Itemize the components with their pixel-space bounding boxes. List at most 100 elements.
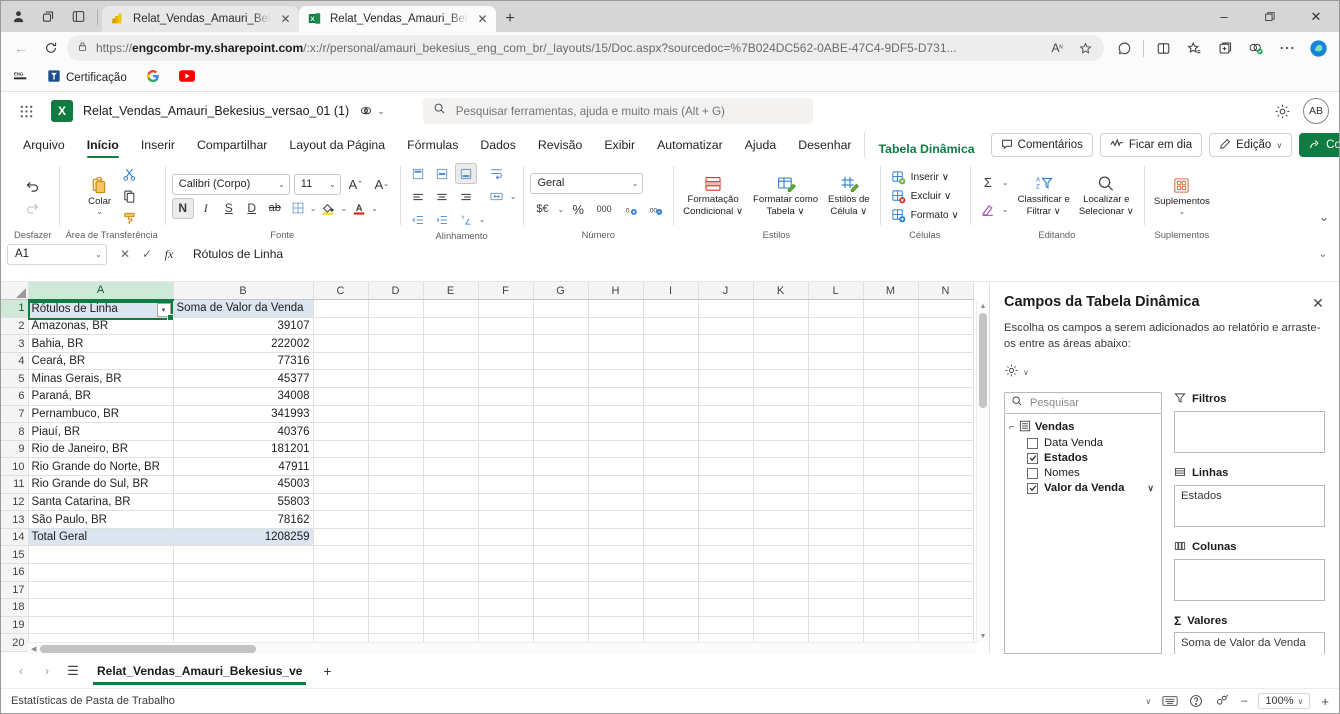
search-input[interactable] [453, 103, 803, 119]
cell-K8[interactable] [753, 422, 809, 441]
increase-indent-icon[interactable] [431, 209, 453, 230]
fill-color-icon[interactable] [317, 198, 339, 219]
pivot-field-data-venda[interactable]: Data Venda [1009, 436, 1157, 451]
cell-G17[interactable] [533, 581, 589, 600]
cell-M15[interactable] [863, 545, 919, 564]
cell-F2[interactable] [478, 317, 534, 336]
horizontal-scrollbar[interactable]: ◀ [28, 642, 976, 654]
cell-E4[interactable] [423, 352, 479, 371]
cell-L17[interactable] [808, 581, 864, 600]
row-header-20[interactable]: 20 [1, 633, 29, 652]
cell-M4[interactable] [863, 352, 919, 371]
cell-N10[interactable] [918, 457, 974, 477]
cell-J13[interactable] [698, 510, 754, 529]
cell-J3[interactable] [698, 334, 754, 353]
cell-N3[interactable] [918, 334, 974, 353]
cell-E1[interactable] [423, 299, 479, 318]
insert-function-icon[interactable]: fx [159, 244, 179, 264]
cell-H8[interactable] [588, 422, 644, 441]
cell-F5[interactable] [478, 369, 534, 389]
close-tab-1-icon[interactable]: ✕ [278, 12, 293, 27]
cell-E18[interactable] [423, 598, 479, 617]
cell-G9[interactable] [533, 440, 589, 459]
ribbon-tab-compartilhar[interactable]: Compartilhar [187, 130, 277, 160]
cell-M18[interactable] [863, 598, 919, 617]
cell-F9[interactable] [478, 440, 534, 459]
reload-icon[interactable] [37, 35, 65, 61]
row-header-15[interactable]: 15 [1, 545, 29, 564]
grid-pane[interactable]: A B C D E F G H I J K L M N 1 Rótulos de… [1, 282, 989, 654]
conditional-formatting-button[interactable]: Formatação Condicional ∨ [680, 173, 746, 218]
close-window-button[interactable]: ✕ [1293, 1, 1339, 32]
cell-K6[interactable] [753, 387, 809, 406]
find-select-button[interactable]: Localizar e Selecionar ∨ [1076, 173, 1137, 218]
cell-J4[interactable] [698, 352, 754, 371]
horizontal-scroll-thumb[interactable] [40, 644, 256, 653]
cell-I3[interactable] [643, 334, 699, 353]
cell-N7[interactable] [918, 405, 974, 424]
cell-M8[interactable] [863, 422, 919, 441]
search-input-wrapper[interactable] [422, 98, 813, 124]
column-header-J[interactable]: J [698, 282, 754, 301]
cell-F19[interactable] [478, 616, 534, 635]
cell-C2[interactable] [313, 317, 369, 336]
cell-A19[interactable] [28, 616, 174, 635]
cut-icon[interactable] [119, 164, 141, 185]
font-color-icon[interactable]: A [348, 198, 370, 219]
row-header-13[interactable]: 13 [1, 510, 29, 529]
cell-F13[interactable] [478, 510, 534, 529]
comments-button[interactable]: Comentários [990, 133, 1093, 157]
ribbon-tab-dados[interactable]: Dados [470, 130, 526, 160]
cell-M10[interactable] [863, 457, 919, 477]
pivot-field-group-vendas[interactable]: ⌐ Vendas [1009, 419, 1157, 436]
cell-H2[interactable] [588, 317, 644, 336]
cell-B13[interactable]: 78162 [173, 510, 314, 529]
cell-F11[interactable] [478, 475, 534, 494]
new-tab-button[interactable]: + [496, 6, 524, 32]
cell-K1[interactable] [753, 299, 809, 318]
autosum-caret-icon[interactable]: ⌄ [1002, 178, 1009, 187]
editing-button[interactable]: Edição ∨ [1209, 133, 1293, 157]
cell-N12[interactable] [918, 493, 974, 512]
cell-G16[interactable] [533, 563, 589, 582]
cell-F15[interactable] [478, 545, 534, 564]
app-launcher-icon[interactable] [11, 96, 41, 126]
bookmark-youtube[interactable] [176, 68, 198, 87]
cell-E15[interactable] [423, 545, 479, 564]
cell-J7[interactable] [698, 405, 754, 424]
collapse-group-icon[interactable]: ⌐ [1009, 422, 1015, 433]
cell-N6[interactable] [918, 387, 974, 406]
cell-G13[interactable] [533, 510, 589, 529]
name-box[interactable]: A1 ⌄ [7, 243, 107, 265]
back-icon[interactable]: ← [7, 35, 35, 61]
cell-H1[interactable] [588, 299, 644, 318]
cell-I8[interactable] [643, 422, 699, 441]
bookmark-google[interactable] [143, 67, 163, 88]
cell-D11[interactable] [368, 475, 424, 494]
cell-B7[interactable]: 341993 [173, 405, 314, 424]
cell-K13[interactable] [753, 510, 809, 529]
cell-A1[interactable]: Rótulos de Linha ▾ [28, 299, 174, 318]
cell-F6[interactable] [478, 387, 534, 406]
confirm-edit-icon[interactable]: ✓ [137, 244, 157, 264]
cell-G8[interactable] [533, 422, 589, 441]
cell-E17[interactable] [423, 581, 479, 600]
cell-F16[interactable] [478, 563, 534, 582]
cell-E7[interactable] [423, 405, 479, 424]
cell-A6[interactable]: Paraná, BR [28, 387, 174, 406]
clear-icon[interactable] [977, 199, 999, 220]
cell-G3[interactable] [533, 334, 589, 353]
cell-L11[interactable] [808, 475, 864, 494]
cell-C15[interactable] [313, 545, 369, 564]
cell-D10[interactable] [368, 457, 424, 477]
status-caret-icon[interactable]: ∨ [1145, 697, 1151, 706]
cell-J14[interactable] [698, 528, 754, 547]
cell-A10[interactable]: Rio Grande do Norte, BR [28, 457, 174, 477]
column-header-I[interactable]: I [643, 282, 699, 301]
currency-caret-icon[interactable]: ⌄ [557, 205, 564, 214]
cell-D6[interactable] [368, 387, 424, 406]
number-format-select[interactable]: Geral ⌄ [530, 172, 644, 194]
sheet-tab-1[interactable]: Relat_Vendas_Amauri_Bekesius_ve [87, 656, 312, 687]
cell-E2[interactable] [423, 317, 479, 336]
cell-D5[interactable] [368, 369, 424, 389]
